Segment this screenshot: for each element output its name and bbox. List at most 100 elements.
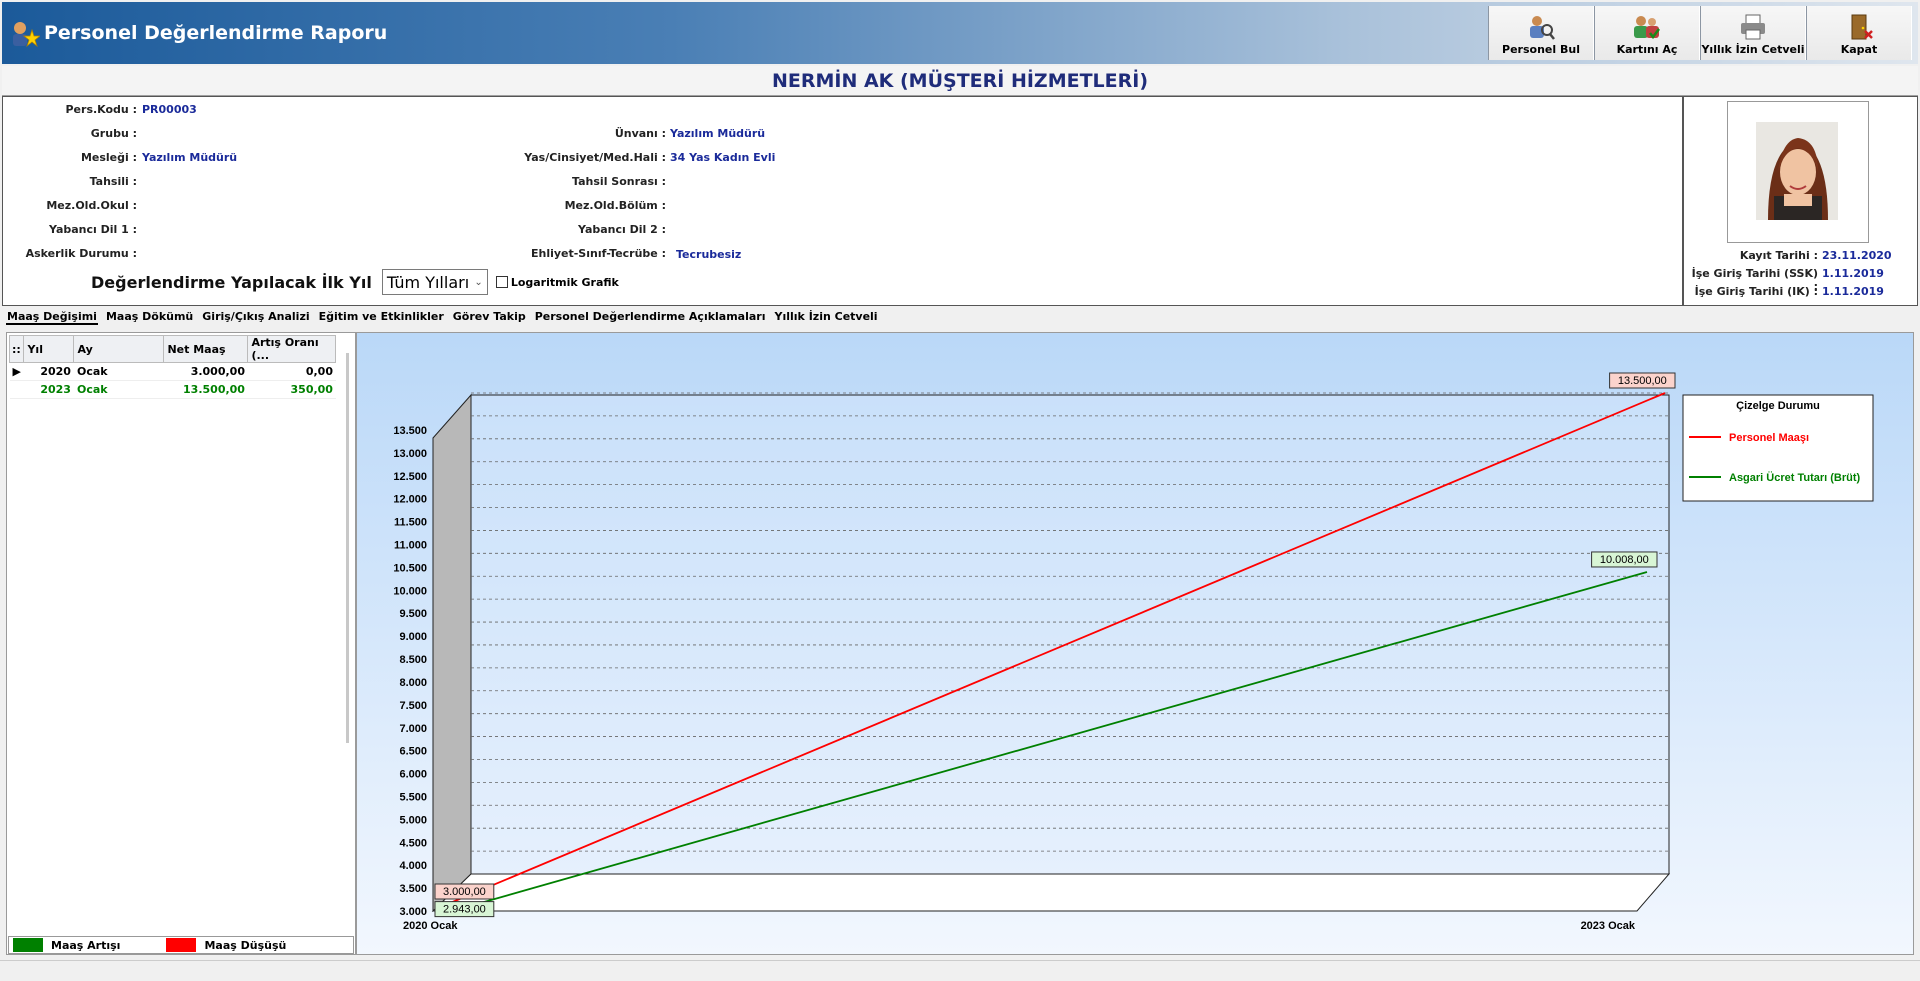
app-logo-icon [13, 22, 40, 48]
personel-bul-button[interactable]: Personel Bul [1488, 6, 1594, 60]
tab-maas-dokumu[interactable]: Maaş Dökümü [105, 310, 194, 325]
current-row-indicator-icon: ▶ [9, 362, 24, 381]
table-row[interactable]: 2023 Ocak 13.500,00 350,00 [9, 380, 336, 399]
y-tick-label: 7.000 [399, 723, 427, 735]
data-label: 2.943,00 [443, 904, 486, 916]
yas-cinsiyet-value: 34 Yas Kadın Evli [670, 151, 776, 164]
portrait-image [1728, 102, 1868, 242]
toolbar: Personel Bul Kartını Aç Yıllık İzin Cetv… [1488, 6, 1912, 60]
legend-title: Çizelge Durumu [1736, 400, 1820, 412]
row-indicator-header: :: [8, 335, 25, 363]
log-chart-label: Logaritmik Grafik [510, 275, 619, 289]
log-chart-checkbox[interactable]: Logaritmik Grafik [495, 275, 619, 289]
field-label: Ehliyet-Sınıf-Tecrübe : [530, 247, 666, 260]
tab-maas-degisimi[interactable]: Maaş Değişimi [6, 310, 98, 325]
column-header-rate[interactable]: Artış Oranı (... [247, 335, 337, 363]
decrease-label: Maaş Düşüşü [204, 938, 287, 952]
salary-chart-panel: 3.000 3.500 4.000 4.500 5.000 5.500 6.000 6.500… [356, 332, 1914, 955]
employee-info-panel: Pers.Kodu : PR00003 Grubu : Mesleği : Ya… [2, 96, 1683, 306]
search-person-icon [1530, 16, 1555, 40]
date-label: İşe Giriş Tarihi (IK) : [1694, 285, 1818, 298]
y-tick-label: 12.500 [393, 471, 427, 483]
open-card-icon [1634, 16, 1660, 40]
unvani-value: Yazılım Müdürü [670, 127, 766, 140]
column-header-month[interactable]: Ay [73, 335, 165, 363]
y-tick-label: 3.500 [399, 883, 427, 895]
data-label: 10.008,00 [1600, 554, 1649, 566]
tab-yillik-izin[interactable]: Yıllık İzin Cetveli [774, 310, 879, 325]
field-label: Yabancı Dil 2 : [577, 223, 666, 236]
table-row[interactable]: ▶ 2020 Ocak 3.000,00 0,00 [9, 362, 336, 381]
evaluation-row: Değerlendirme Yapılacak İlk Yıl Tüm Yıll… [91, 269, 619, 295]
y-tick-label: 11.500 [394, 517, 427, 529]
net-salary-cell: 3.000,00 [163, 362, 248, 381]
checkbox-box[interactable] [495, 276, 508, 288]
y-tick-label: 3.000 [399, 906, 427, 918]
ise-giris-ik-value: 1.11.2019 [1822, 285, 1884, 298]
y-tick-label: 13.000 [393, 448, 427, 460]
field-label: Mesleği : [80, 151, 137, 164]
year-select-value: Tüm Yılları [386, 272, 470, 292]
yillik-izin-cetveli-label: Yıllık İzin Cetveli [1701, 43, 1805, 56]
year-select[interactable]: Tüm Yılları ⌄ [381, 269, 488, 295]
kartini-ac-label: Kartını Aç [1616, 43, 1678, 56]
y-tick-label: 7.500 [399, 700, 427, 712]
window-title: Personel Değerlendirme Raporu [44, 22, 388, 44]
kapat-label: Kapat [1840, 43, 1878, 56]
net-salary-cell: 13.500,00 [163, 380, 248, 399]
y-tick-label: 10.000 [393, 585, 427, 597]
printer-icon [1741, 14, 1765, 40]
y-tick-label: 4.000 [399, 860, 427, 872]
field-label: Yas/Cinsiyet/Med.Hali : [524, 151, 666, 164]
employee-header: NERMİN AK (MÜŞTERİ HİZMETLERİ) [2, 66, 1918, 96]
tab-giris-cikis[interactable]: Giriş/Çıkış Analizi [201, 310, 310, 325]
y-tick-label: 9.000 [399, 631, 427, 643]
y-tick-label: 5.500 [399, 791, 427, 803]
field-label: Mez.Old.Bölüm : [564, 199, 666, 212]
field-label: Ünvanı : [614, 127, 666, 140]
data-label: 13.500,00 [1618, 375, 1667, 387]
y-tick-label: 10.500 [393, 562, 427, 574]
employee-photo [1727, 101, 1869, 243]
x-tick-label: 2023 Ocak [1581, 920, 1636, 932]
y-tick-label: 8.000 [399, 677, 427, 689]
tab-gorev-takip[interactable]: Görev Takip [452, 310, 527, 325]
yillik-izin-cetveli-button[interactable]: Yıllık İzin Cetveli [1700, 6, 1806, 60]
door-exit-icon [1851, 14, 1873, 40]
y-tick-label: 5.000 [399, 814, 427, 826]
vertical-scrollbar[interactable] [346, 353, 349, 743]
year-cell: 2023 [23, 380, 74, 399]
increase-swatch [13, 938, 43, 952]
decrease-swatch [166, 938, 197, 952]
kapat-button[interactable]: Kapat [1806, 6, 1912, 60]
salary-line-chart: 3.000 3.500 4.000 4.500 5.000 5.500 6.000 6.500… [393, 372, 1874, 932]
evaluation-label: Değerlendirme Yapılacak İlk Yıl [91, 272, 372, 292]
rate-cell: 350,00 [247, 380, 336, 399]
tab-degerlendirme-aciklamalari[interactable]: Personel Değerlendirme Açıklamaları [534, 310, 767, 325]
tab-egitim[interactable]: Eğitim ve Etkinlikler [318, 310, 445, 325]
y-tick-label: 8.500 [399, 654, 427, 666]
column-header-year[interactable]: Yıl [23, 335, 75, 363]
legend-entry: Asgari Ücret Tutarı (Brüt) [1729, 471, 1861, 484]
field-label: Yabancı Dil 1 : [48, 223, 137, 236]
y-tick-label: 12.000 [393, 494, 427, 506]
meslegi-value: Yazılım Müdürü [142, 151, 238, 164]
date-label: Kayıt Tarihi : [1739, 249, 1818, 262]
chart-side-wall [432, 393, 472, 913]
kayit-tarihi-value: 23.11.2020 [1822, 249, 1892, 262]
data-label: 3.000,00 [443, 886, 486, 898]
kartini-ac-button[interactable]: Kartını Aç [1594, 6, 1700, 60]
field-label: Tahsil Sonrası : [572, 175, 666, 188]
ehliyet-value: Tecrubesiz [676, 248, 742, 261]
field-label: Pers.Kodu : [65, 103, 138, 116]
year-cell: 2020 [23, 362, 74, 381]
tab-bar: Maaş Değişimi Maaş Dökümü Giriş/Çıkış An… [6, 310, 886, 325]
status-bar [0, 960, 1920, 981]
y-tick-label: 13.500 [393, 425, 427, 437]
column-header-net[interactable]: Net Maaş [163, 335, 249, 363]
field-label: Askerlik Durumu : [25, 247, 137, 260]
personel-bul-label: Personel Bul [1502, 43, 1580, 56]
y-tick-label: 6.000 [399, 769, 427, 781]
ise-giris-ssk-value: 1.11.2019 [1822, 267, 1884, 280]
chevron-down-icon: ⌄ [474, 276, 483, 288]
